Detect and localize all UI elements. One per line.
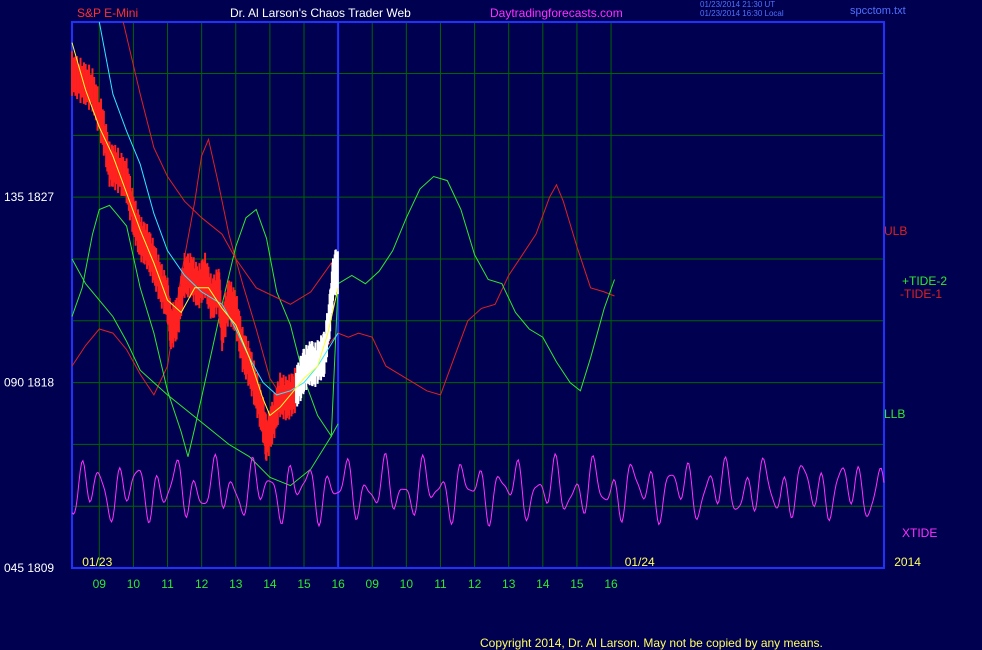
series-label: LLB — [884, 407, 905, 421]
y-tick-label: 090 1818 — [4, 376, 54, 390]
series-label: +TIDE-2 — [902, 274, 947, 288]
file-name: spcctom.txt — [850, 5, 906, 17]
chart-canvas: 09 10 11 12 13 14 15 16 09 10 11 12 13 14 15 16 135 1827… — [4, 21, 947, 591]
author-title: Dr. Al Larson's Chaos Trader Web — [230, 6, 411, 20]
xtide-line — [71, 452, 885, 528]
copyright-text: Copyright 2014, Dr. Al Larson. May not b… — [480, 636, 823, 650]
tide-2-line — [71, 175, 615, 457]
series-label: ULB — [884, 224, 907, 238]
ema-fast-line — [71, 42, 339, 417]
x-tick-label: 09 — [366, 577, 380, 591]
x-tick-label: 11 — [434, 577, 447, 591]
x-tick-label: 09 — [93, 577, 107, 591]
x-tick-label: 10 — [127, 577, 141, 591]
chart-title: S&P E-Mini — [77, 6, 139, 20]
y-tick-label: 135 1827 — [4, 190, 54, 204]
x-tick-label: 14 — [263, 577, 277, 591]
date-label: 2014 — [894, 555, 921, 569]
x-tick-label: 12 — [195, 577, 209, 591]
y-tick-label: 045 1809 — [4, 561, 54, 575]
date-label: 01/23 — [82, 555, 112, 569]
x-tick-label: 14 — [536, 577, 550, 591]
x-tick-label: 12 — [468, 577, 482, 591]
x-tick-label: 11 — [161, 577, 174, 591]
x-tick-label: 15 — [297, 577, 311, 591]
site-link[interactable]: Daytradingforecasts.com — [490, 6, 623, 20]
x-tick-label: 15 — [570, 577, 584, 591]
x-tick-label: 13 — [229, 577, 243, 591]
x-tick-label: 10 — [400, 577, 414, 591]
series-label: -TIDE-1 — [900, 287, 942, 301]
timestamp-ut: 01/23/2014 21:30 UT — [700, 0, 776, 9]
date-label: 01/24 — [625, 555, 655, 569]
x-tick-label: 16 — [604, 577, 618, 591]
series-label: XTIDE — [902, 526, 937, 540]
timestamp-local: 01/23/2014 16:30 Local — [700, 9, 784, 18]
x-tick-label: 13 — [502, 577, 516, 591]
x-tick-label: 16 — [331, 577, 345, 591]
